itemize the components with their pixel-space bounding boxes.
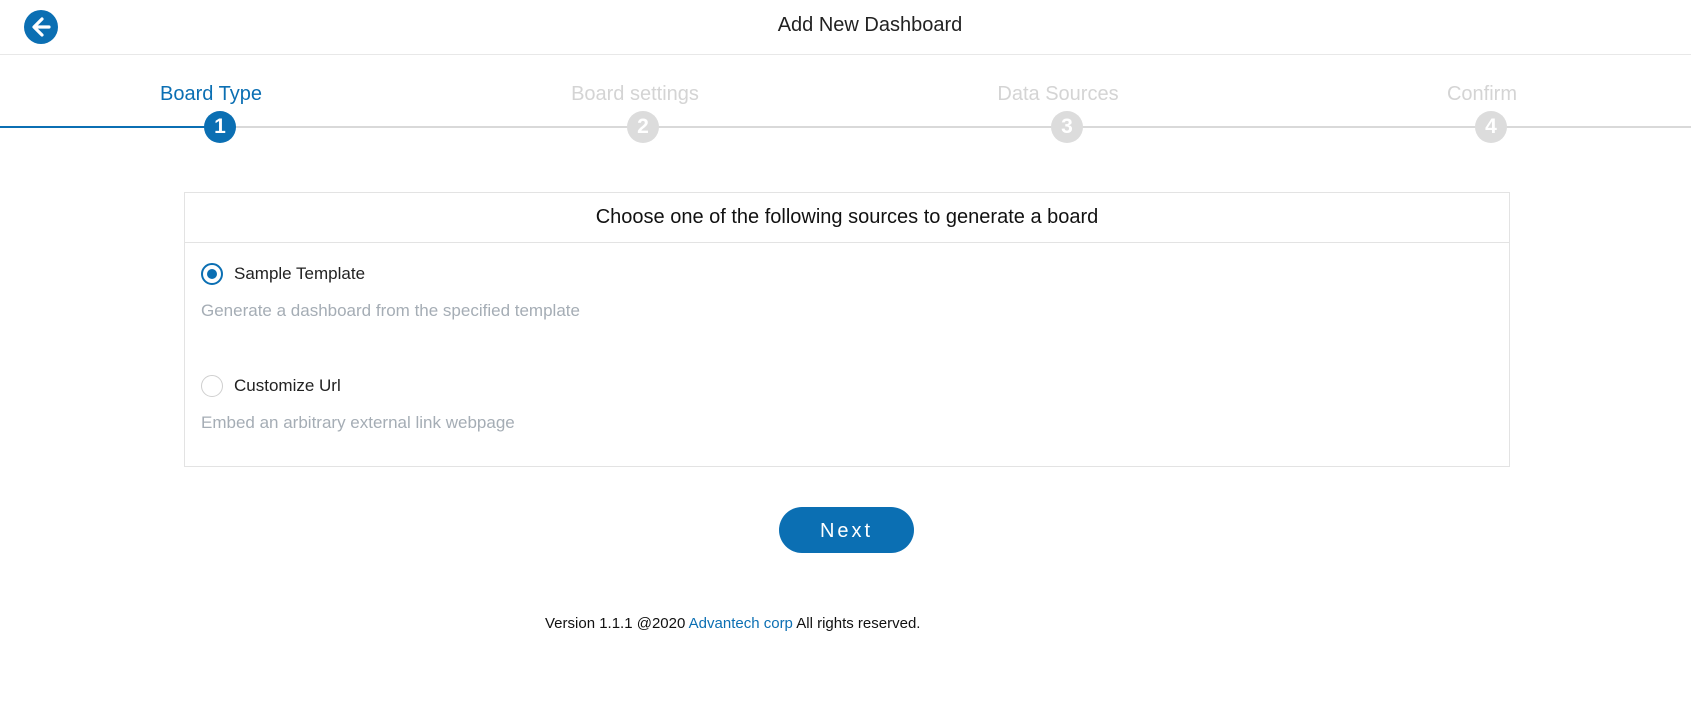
option-sample-template[interactable]: Sample Template Generate a dashboard fro… xyxy=(201,263,1101,343)
step-number-badge: 4 xyxy=(1475,111,1507,143)
option-description: Embed an arbitrary external link webpage xyxy=(201,413,515,432)
page-title-text: Add New Dashboard xyxy=(777,14,963,36)
step-label: Data Sources xyxy=(997,83,1119,105)
radio-customize-url[interactable] xyxy=(201,375,223,397)
step-label: Board settings xyxy=(571,83,699,105)
next-button[interactable]: Next xyxy=(779,507,914,553)
step-label: Confirm xyxy=(1446,83,1517,105)
footer-version: Version 1.1.1 @2020 xyxy=(545,615,686,632)
radio-sample-template[interactable] xyxy=(201,263,223,285)
footer: Version 1.1.1 @2020 Advantech corp All r… xyxy=(545,615,920,632)
card-title: Choose one of the following sources to g… xyxy=(185,193,1509,243)
option-label[interactable]: Customize Url xyxy=(234,375,341,397)
step-board-settings[interactable]: Board settings 2 xyxy=(515,55,755,145)
step-confirm[interactable]: Confirm 4 xyxy=(1362,55,1602,145)
footer-rights: All rights reserved. xyxy=(796,615,921,632)
step-number-badge: 1 xyxy=(204,111,236,143)
option-customize-url[interactable]: Customize Url Embed an arbitrary externa… xyxy=(201,375,1101,455)
source-selection-card: Choose one of the following sources to g… xyxy=(184,192,1510,467)
step-label: Board Type xyxy=(160,83,262,105)
step-board-type[interactable]: Board Type 1 xyxy=(91,55,331,145)
footer-company-link[interactable]: Advantech corp xyxy=(689,615,793,632)
top-bar: Add New Dashboard xyxy=(0,0,1691,55)
option-description: Generate a dashboard from the specified … xyxy=(201,301,580,320)
option-label[interactable]: Sample Template xyxy=(234,263,365,285)
step-number-badge: 2 xyxy=(627,111,659,143)
wizard-stepper: Board Type 1 Board settings 2 Data Sourc… xyxy=(0,55,1691,155)
page-title: Add New Dashboard xyxy=(0,14,1691,37)
step-data-sources[interactable]: Data Sources 3 xyxy=(938,55,1178,145)
step-number-badge: 3 xyxy=(1051,111,1083,143)
